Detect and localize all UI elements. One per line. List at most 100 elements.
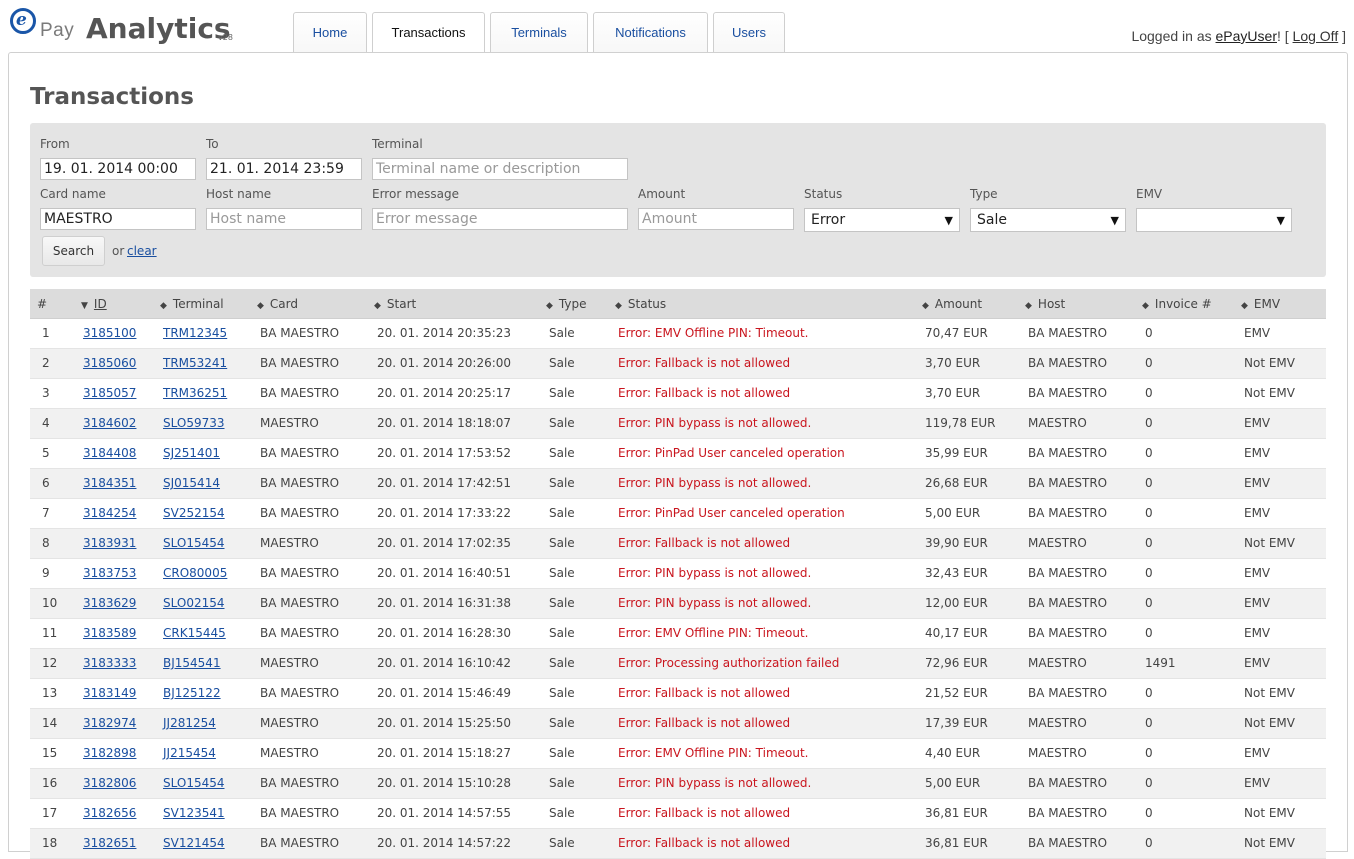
terminal-link[interactable]: SLO02154 — [163, 596, 225, 610]
col-header-emv[interactable]: ◆ EMV — [1241, 297, 1280, 311]
terminal-link[interactable]: SLO15454 — [163, 536, 225, 550]
clear-link[interactable]: clear — [127, 244, 157, 258]
tab-home[interactable]: Home — [293, 12, 367, 52]
terminal-link[interactable]: TRM53241 — [163, 356, 227, 370]
cell-num: 16 — [42, 776, 58, 790]
table-row[interactable]: 2 3185060 TRM53241 BA MAESTRO 20. 01. 2014 2… — [30, 349, 1326, 379]
id-link[interactable]: 3185100 — [83, 326, 136, 340]
id-link[interactable]: 3182806 — [83, 776, 136, 790]
col-header-invoice[interactable]: ◆ Invoice # — [1142, 297, 1212, 311]
terminal-link[interactable]: BJ154541 — [163, 656, 221, 670]
terminal-link[interactable]: SV121454 — [163, 836, 225, 850]
terminal-link[interactable]: CRK15445 — [163, 626, 226, 640]
cell-host: MAESTRO — [1028, 536, 1087, 550]
id-link[interactable]: 3184351 — [83, 476, 136, 490]
cell-host: BA MAESTRO — [1028, 566, 1108, 580]
id-link[interactable]: 3183753 — [83, 566, 136, 580]
id-link[interactable]: 3184408 — [83, 446, 136, 460]
cell-invoice: 0 — [1145, 566, 1153, 580]
cell-amount: 5,00 EUR — [925, 776, 981, 790]
tab-notifications[interactable]: Notifications — [593, 12, 708, 52]
to-input[interactable]: 21. 01. 2014 23:59 — [206, 158, 362, 180]
table-row[interactable]: 1 3185100 TRM12345 BA MAESTRO 20. 01. 2014 2… — [30, 319, 1326, 349]
id-link[interactable]: 3183149 — [83, 686, 136, 700]
cell-terminal-link: CRK15445 — [163, 626, 226, 640]
cell-type: Sale — [549, 626, 575, 640]
from-input[interactable]: 19. 01. 2014 00:00 — [40, 158, 196, 180]
table-row[interactable]: 8 3183931 SLO15454 MAESTRO 20. 01. 2014 17:0… — [30, 529, 1326, 559]
cell-status: Error: PIN bypass is not allowed. — [618, 566, 812, 580]
table-row[interactable]: 3 3185057 TRM36251 BA MAESTRO 20. 01. 2014 2… — [30, 379, 1326, 409]
col-header-terminal[interactable]: ◆ Terminal — [160, 297, 224, 311]
id-link[interactable]: 3182651 — [83, 836, 136, 850]
id-link[interactable]: 3183629 — [83, 596, 136, 610]
table-row[interactable]: 12 3183333 BJ154541 MAESTRO 20. 01. 2014 16:… — [30, 649, 1326, 679]
id-link[interactable]: 3184602 — [83, 416, 136, 430]
status-select[interactable]: Error ▼ — [804, 208, 960, 232]
terminal-link[interactable]: CRO80005 — [163, 566, 227, 580]
cell-id-link: 3185060 — [83, 356, 136, 370]
cell-status: Error: PIN bypass is not allowed. — [618, 776, 812, 790]
id-link[interactable]: 3184254 — [83, 506, 136, 520]
terminal-link[interactable]: SLO15454 — [163, 776, 225, 790]
host-input[interactable]: Host name — [206, 208, 362, 230]
table-row[interactable]: 4 3184602 SLO59733 MAESTRO 20. 01. 2014 18:1… — [30, 409, 1326, 439]
table-row[interactable]: 14 3182974 JJ281254 MAESTRO 20. 01. 2014 15:… — [30, 709, 1326, 739]
col-header-host[interactable]: ◆ Host — [1025, 297, 1065, 311]
type-select[interactable]: Sale ▼ — [970, 208, 1126, 232]
col-header-status[interactable]: ◆ Status — [615, 297, 666, 311]
col-header-num[interactable]: # — [37, 297, 47, 311]
terminal-link[interactable]: JJ281254 — [163, 716, 216, 730]
terminal-input[interactable]: Terminal name or description — [372, 158, 628, 180]
terminal-link[interactable]: SJ015414 — [163, 476, 220, 490]
terminal-link[interactable]: SLO59733 — [163, 416, 225, 430]
table-row[interactable]: 16 3182806 SLO15454 BA MAESTRO 20. 01. 2014 … — [30, 769, 1326, 799]
terminal-link[interactable]: SV252154 — [163, 506, 225, 520]
cell-emv: Not EMV — [1244, 536, 1295, 550]
terminal-link[interactable]: SJ251401 — [163, 446, 220, 460]
tab-users[interactable]: Users — [713, 12, 785, 52]
table-row[interactable]: 10 3183629 SLO02154 BA MAESTRO 20. 01. 2014 … — [30, 589, 1326, 619]
id-link[interactable]: 3182898 — [83, 746, 136, 760]
col-header-card[interactable]: ◆ Card — [257, 297, 298, 311]
table-row[interactable]: 17 3182656 SV123541 BA MAESTRO 20. 01. 2014 … — [30, 799, 1326, 829]
tab-transactions[interactable]: Transactions — [372, 12, 485, 52]
logoff-link[interactable]: Log Off — [1293, 28, 1339, 44]
cell-terminal-link: BJ125122 — [163, 686, 221, 700]
tab-terminals[interactable]: Terminals — [490, 12, 588, 52]
app-version: v28 — [218, 33, 233, 42]
id-link[interactable]: 3185057 — [83, 386, 136, 400]
terminal-link[interactable]: TRM36251 — [163, 386, 227, 400]
terminal-link[interactable]: BJ125122 — [163, 686, 221, 700]
col-header-id[interactable]: ▼ ID — [81, 297, 107, 311]
table-row[interactable]: 15 3182898 JJ215454 MAESTRO 20. 01. 2014 15:… — [30, 739, 1326, 769]
search-button[interactable]: Search — [42, 236, 105, 266]
terminal-link[interactable]: SV123541 — [163, 806, 225, 820]
id-link[interactable]: 3183931 — [83, 536, 136, 550]
emv-select[interactable]: ▼ — [1136, 208, 1292, 232]
table-row[interactable]: 13 3183149 BJ125122 BA MAESTRO 20. 01. 2014 … — [30, 679, 1326, 709]
id-link[interactable]: 3182974 — [83, 716, 136, 730]
col-header-start[interactable]: ◆ Start — [374, 297, 416, 311]
table-row[interactable]: 18 3182651 SV121454 BA MAESTRO 20. 01. 2014 … — [30, 829, 1326, 859]
cell-invoice: 0 — [1145, 596, 1153, 610]
terminal-link[interactable]: TRM12345 — [163, 326, 227, 340]
id-link[interactable]: 3185060 — [83, 356, 136, 370]
cell-card: BA MAESTRO — [260, 686, 340, 700]
table-row[interactable]: 9 3183753 CRO80005 BA MAESTRO 20. 01. 2014 1… — [30, 559, 1326, 589]
username-link[interactable]: ePayUser — [1216, 28, 1277, 44]
id-link[interactable]: 3183589 — [83, 626, 136, 640]
id-link[interactable]: 3183333 — [83, 656, 136, 670]
id-link[interactable]: 3182656 — [83, 806, 136, 820]
terminal-link[interactable]: JJ215454 — [163, 746, 216, 760]
card-input[interactable]: MAESTRO — [40, 208, 196, 230]
col-header-amount[interactable]: ◆ Amount — [922, 297, 982, 311]
table-row[interactable]: 7 3184254 SV252154 BA MAESTRO 20. 01. 2014 1… — [30, 499, 1326, 529]
cell-amount: 119,78 EUR — [925, 416, 996, 430]
error-input[interactable]: Error message — [372, 208, 628, 230]
table-row[interactable]: 6 3184351 SJ015414 BA MAESTRO 20. 01. 2014 1… — [30, 469, 1326, 499]
table-row[interactable]: 5 3184408 SJ251401 BA MAESTRO 20. 01. 2014 1… — [30, 439, 1326, 469]
table-row[interactable]: 11 3183589 CRK15445 BA MAESTRO 20. 01. 2014 … — [30, 619, 1326, 649]
amount-input[interactable]: Amount — [638, 208, 794, 230]
col-header-type[interactable]: ◆ Type — [546, 297, 586, 311]
